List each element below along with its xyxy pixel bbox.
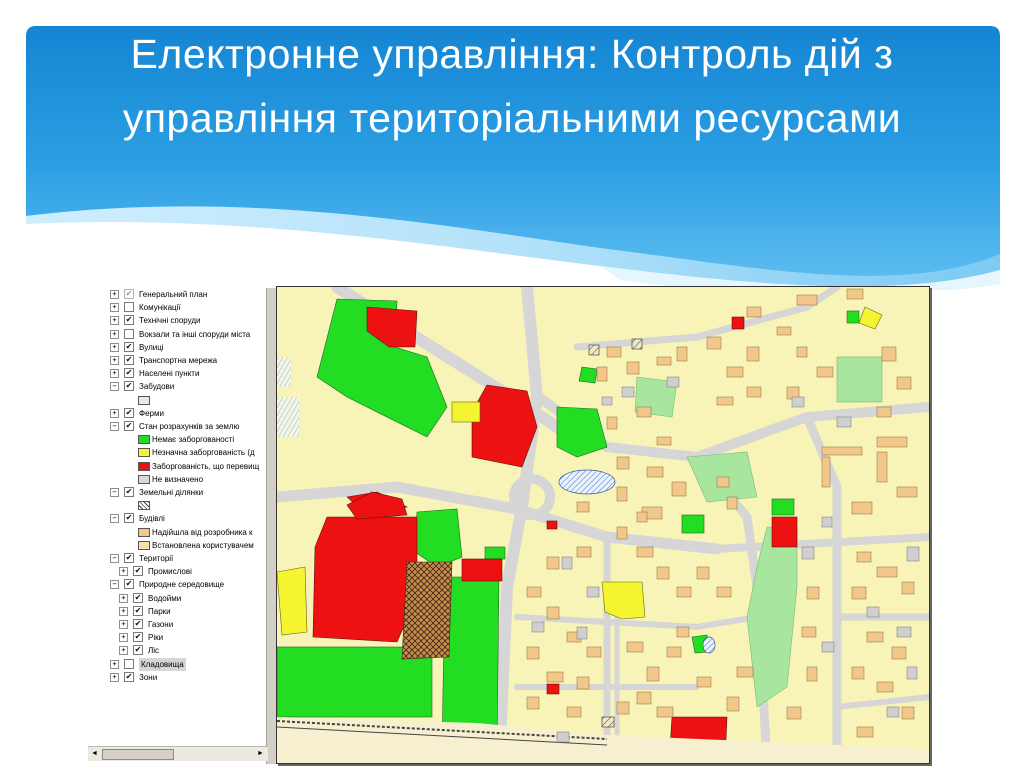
layer-label: Водойми: [148, 593, 182, 603]
layer-label: Парки: [148, 606, 171, 616]
hatch-swatch: [138, 501, 150, 511]
collapse-icon[interactable]: −: [110, 382, 119, 392]
layer-visibility-checkbox[interactable]: ✔: [124, 671, 134, 682]
building-light-swatch: [138, 395, 150, 405]
expand-icon[interactable]: +: [110, 672, 119, 682]
expand-icon[interactable]: +: [110, 659, 119, 669]
scroll-right-arrow-icon[interactable]: ►: [256, 749, 265, 758]
layer-visibility-checkbox[interactable]: ✔: [124, 553, 134, 563]
layer-label: Газони: [148, 620, 174, 629]
minor-debt-swatch: [138, 448, 150, 458]
layer-label: Території: [139, 554, 174, 563]
layer-label: Заборгованість, що перевищ: [152, 461, 260, 471]
layer-label: Ріки: [148, 633, 164, 643]
layer-visibility-checkbox[interactable]: ✔: [124, 315, 134, 326]
pond-hatched: [558, 469, 616, 495]
layer-label: Населені пункти: [139, 369, 200, 379]
expand-icon[interactable]: +: [110, 316, 119, 326]
layer-visibility-checkbox[interactable]: ✔: [133, 566, 143, 577]
layer-label: Ферми: [139, 408, 164, 418]
layer-visibility-checkbox[interactable]: ✔: [124, 421, 134, 431]
layer-label: Технічні споруди: [139, 316, 201, 326]
layer-label: Вулиці: [139, 342, 164, 352]
layer-label: Не визначено: [152, 474, 204, 484]
layer-label: Незначна заборгованість (д: [152, 448, 255, 458]
layer-visibility-checkbox[interactable]: [124, 658, 134, 669]
scroll-left-arrow-icon[interactable]: ◄: [90, 749, 99, 758]
map-view[interactable]: [276, 286, 930, 764]
layer-label: Стан розрахунків за землю: [139, 422, 240, 431]
developer-swatch: [138, 527, 150, 537]
layer-label: Промислові: [148, 567, 192, 577]
layer-visibility-checkbox[interactable]: [124, 328, 134, 339]
layer-label: Забудови: [139, 382, 175, 392]
expand-icon[interactable]: +: [119, 606, 128, 616]
layer-label: Природне середовище: [139, 580, 225, 590]
layer-visibility-checkbox[interactable]: ✔: [133, 592, 143, 603]
layer-label: Надійшла від розробника к: [152, 527, 253, 537]
no-debt-swatch: [138, 435, 150, 445]
layer-label: Комунікації: [139, 303, 181, 313]
expand-icon[interactable]: +: [119, 567, 128, 577]
cadastral-map: [277, 287, 929, 763]
layer-visibility-checkbox[interactable]: ✔: [133, 632, 143, 643]
expand-icon[interactable]: +: [110, 356, 119, 365]
expand-icon[interactable]: +: [110, 369, 119, 379]
layer-label: Зони: [139, 672, 158, 682]
layer-visibility-checkbox[interactable]: ✔: [133, 645, 143, 656]
layer-visibility-checkbox[interactable]: ✔: [124, 368, 134, 379]
expand-icon[interactable]: +: [110, 290, 119, 299]
expand-icon[interactable]: +: [119, 646, 128, 656]
layer-label: Ліс: [148, 646, 160, 656]
collapse-icon[interactable]: −: [110, 580, 119, 590]
small-pond: [702, 636, 716, 654]
layer-visibility-checkbox[interactable]: ✔: [133, 605, 143, 616]
collapse-icon[interactable]: −: [110, 488, 119, 497]
toc-horizontal-scrollbar[interactable]: ◄ ►: [88, 746, 268, 761]
layer-label: Транспортна мережа: [139, 356, 218, 365]
layer-visibility-checkbox[interactable]: ✔: [124, 381, 134, 392]
expand-icon[interactable]: +: [110, 342, 119, 352]
user-swatch: [138, 540, 150, 550]
layer-label: Встановлена користувачем: [152, 540, 254, 550]
expand-icon[interactable]: +: [110, 303, 119, 313]
collapse-icon[interactable]: −: [110, 422, 119, 431]
expand-icon[interactable]: +: [119, 633, 128, 643]
scroll-thumb[interactable]: [102, 749, 174, 760]
expand-icon[interactable]: +: [119, 620, 128, 629]
expand-icon[interactable]: +: [119, 593, 128, 603]
collapse-icon[interactable]: −: [110, 514, 119, 524]
layer-label: Генеральний план: [139, 290, 208, 299]
expand-icon[interactable]: +: [110, 329, 119, 339]
expand-icon[interactable]: +: [110, 408, 119, 418]
layer-visibility-checkbox[interactable]: ✔: [124, 355, 134, 365]
layer-visibility-checkbox[interactable]: ✔: [124, 579, 134, 590]
layer-label: Вокзали та інші споруди міста: [139, 329, 251, 339]
layer-label: Кладовища: [139, 657, 186, 671]
layer-visibility-checkbox[interactable]: ✔: [124, 513, 134, 524]
layer-label: Будівлі: [139, 514, 165, 524]
layer-visibility-checkbox[interactable]: ✔: [124, 487, 134, 497]
layer-visibility-checkbox[interactable]: ✔: [124, 407, 134, 418]
layer-toc-panel: + ✔ Генеральний план + Комунікації + ✔ Технічні…: [106, 284, 270, 762]
layer-visibility-checkbox[interactable]: ✔: [124, 289, 134, 299]
layer-visibility-checkbox[interactable]: ✔: [133, 619, 143, 629]
collapse-icon[interactable]: −: [110, 554, 119, 563]
layer-visibility-checkbox[interactable]: ✔: [124, 341, 134, 352]
layer-label: Немає заборгованості: [152, 435, 235, 445]
undefined-swatch: [138, 474, 150, 484]
debt-swatch: [138, 461, 150, 471]
slide-title: Електронне управління: Контроль дій з уп…: [122, 31, 902, 141]
layer-label: Земельні ділянки: [139, 488, 204, 497]
layer-visibility-checkbox[interactable]: [124, 302, 134, 313]
